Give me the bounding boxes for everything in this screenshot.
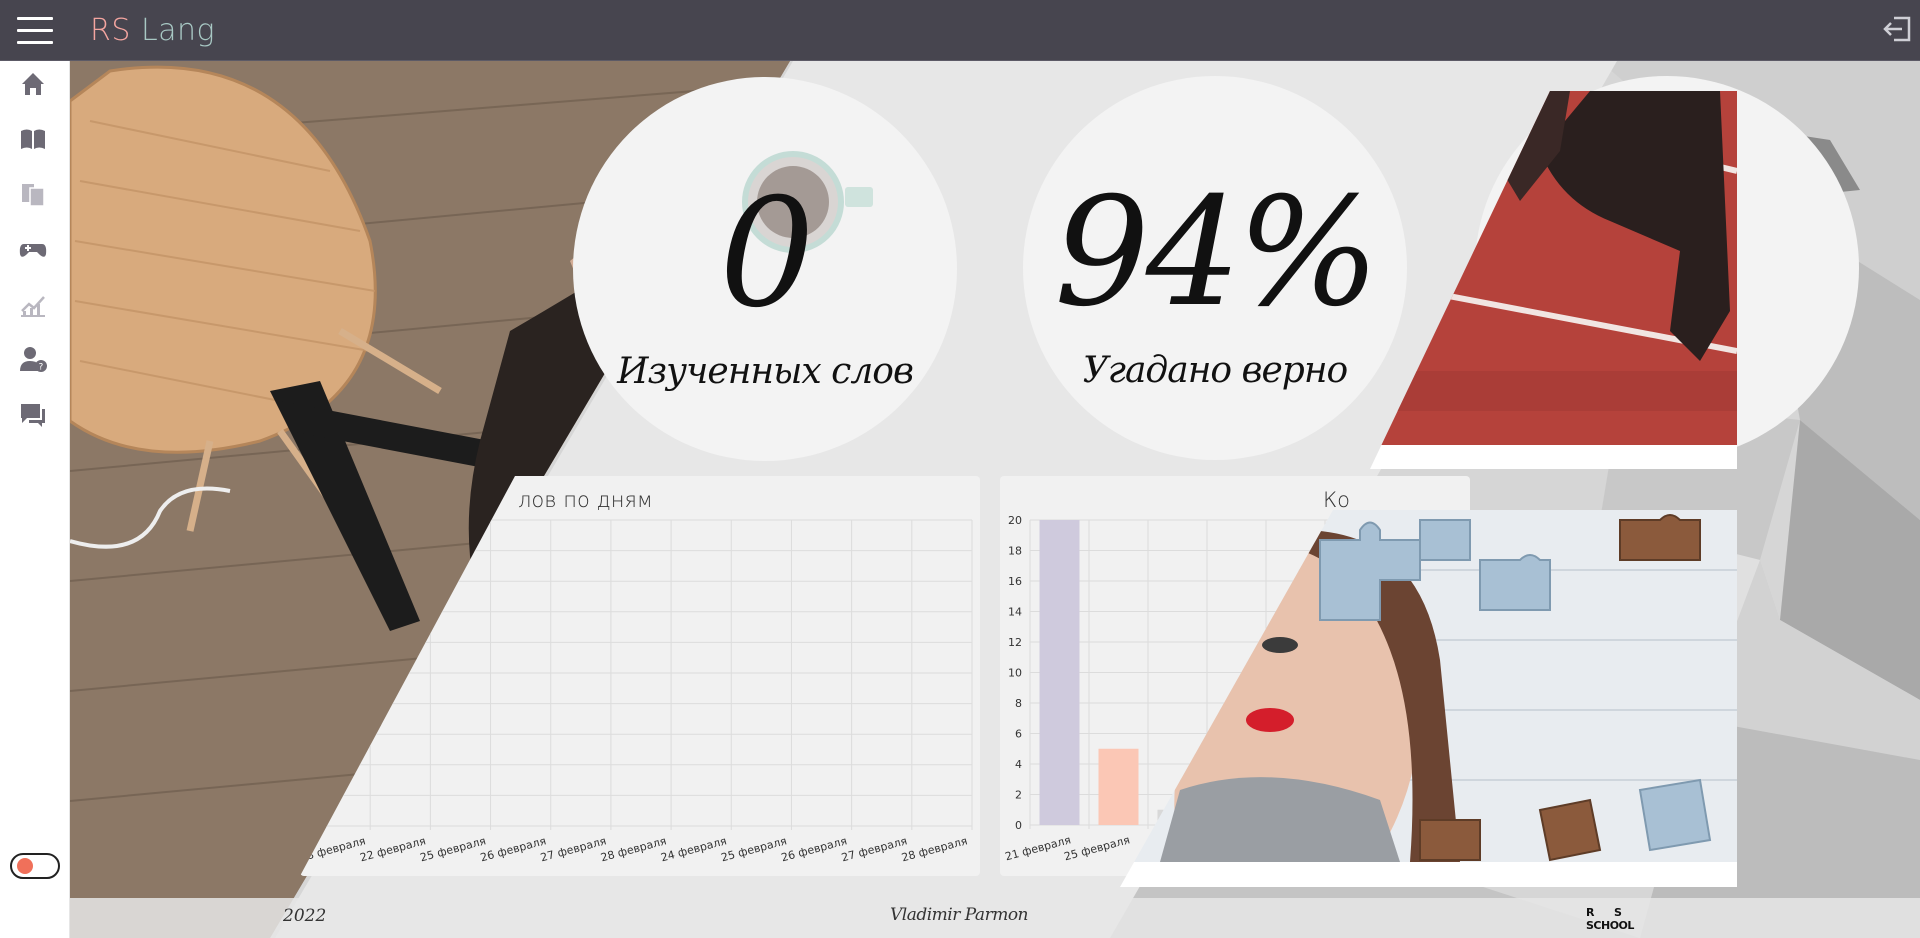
app-footer: 2022 Vladimir Parmon R S SCHOOL — [70, 898, 1920, 938]
gamepad-icon — [19, 244, 47, 257]
y-tick-label: 18 — [1008, 545, 1022, 558]
app-logo[interactable]: RS Lang — [90, 13, 215, 48]
burger-line — [17, 17, 53, 20]
logout-icon[interactable] — [1880, 12, 1914, 46]
burger-line — [17, 29, 53, 32]
accuracy-caption: Угадано верно — [1082, 350, 1348, 391]
y-tick-label: 16 — [1008, 575, 1022, 588]
svg-text:R: R — [1586, 906, 1595, 919]
logo-rs: RS — [90, 13, 131, 48]
x-tick-label: 28 февраля — [900, 834, 969, 864]
svg-text:S: S — [1614, 906, 1622, 919]
x-tick-label: 25 февраля — [1063, 833, 1132, 863]
footer-year: 2022 — [283, 906, 327, 926]
y-tick-label: 4 — [1015, 758, 1022, 771]
logo-lang: Lang — [140, 13, 216, 48]
y-tick-label: 8 — [1015, 697, 1022, 710]
cards-icon — [22, 184, 45, 207]
y-tick-label: 12 — [1008, 636, 1022, 649]
sidebar-item-games[interactable] — [18, 234, 48, 264]
burger-menu-button[interactable] — [17, 17, 53, 45]
svg-text:?: ? — [39, 363, 44, 373]
app-header: RS Lang — [0, 0, 1920, 61]
learned-words-value: 0 — [719, 167, 814, 341]
theme-toggle[interactable] — [10, 853, 60, 879]
rs-school-logo[interactable]: R S SCHOOL — [1578, 904, 1648, 934]
bar — [1098, 748, 1139, 825]
y-tick-label: 14 — [1008, 606, 1022, 619]
x-tick-label: 22 февраля — [359, 834, 428, 864]
x-tick-label: 24 февраля — [659, 834, 728, 864]
sidebar-item-textbook[interactable] — [18, 124, 48, 154]
sidebar-item-home[interactable] — [18, 69, 48, 99]
bar — [1039, 520, 1080, 825]
svg-text:SCHOOL: SCHOOL — [1586, 919, 1634, 932]
x-tick-label: 26 февраля — [479, 834, 548, 864]
learned-words-circle: 0 Изученных слов — [573, 77, 957, 461]
x-tick-label: 27 февраля — [539, 834, 608, 864]
chat-icon — [21, 404, 45, 427]
y-tick-label: 10 — [1008, 667, 1022, 680]
user-question-icon: ? — [20, 347, 47, 373]
sidebar-item-feedback[interactable] — [18, 399, 48, 429]
footer-author-link[interactable]: Vladimir Parmon — [890, 905, 1029, 925]
home-icon — [22, 73, 44, 95]
accuracy-value: 94% — [1054, 166, 1379, 340]
rs-school-icon: R S SCHOOL — [1586, 906, 1635, 932]
x-tick-label: 27 февраля — [840, 834, 909, 864]
x-tick-label: 25 февраля — [419, 834, 488, 864]
y-tick-label: 0 — [1015, 819, 1022, 832]
learned-words-caption: Изученных слов — [617, 351, 914, 392]
y-tick-label: 6 — [1015, 728, 1022, 741]
book-icon — [21, 129, 45, 149]
sidebar-item-dictionary[interactable] — [18, 179, 48, 209]
y-tick-label: 2 — [1015, 789, 1022, 802]
burger-line — [17, 41, 53, 44]
accuracy-circle: 94% Угадано верно — [1023, 76, 1407, 460]
x-tick-label: 25 февраля — [720, 834, 789, 864]
sidebar-item-team[interactable]: ? — [18, 344, 48, 374]
chart-icon — [21, 296, 45, 317]
x-tick-label: 21 февраля — [1004, 833, 1073, 863]
y-tick-label: 20 — [1008, 514, 1022, 527]
sidebar-item-statistics[interactable] — [18, 289, 48, 319]
x-tick-label: 26 февраля — [780, 834, 849, 864]
sidebar: ? — [0, 61, 70, 938]
x-tick-label: 28 февраля — [599, 834, 668, 864]
theme-toggle-knob — [17, 858, 33, 874]
